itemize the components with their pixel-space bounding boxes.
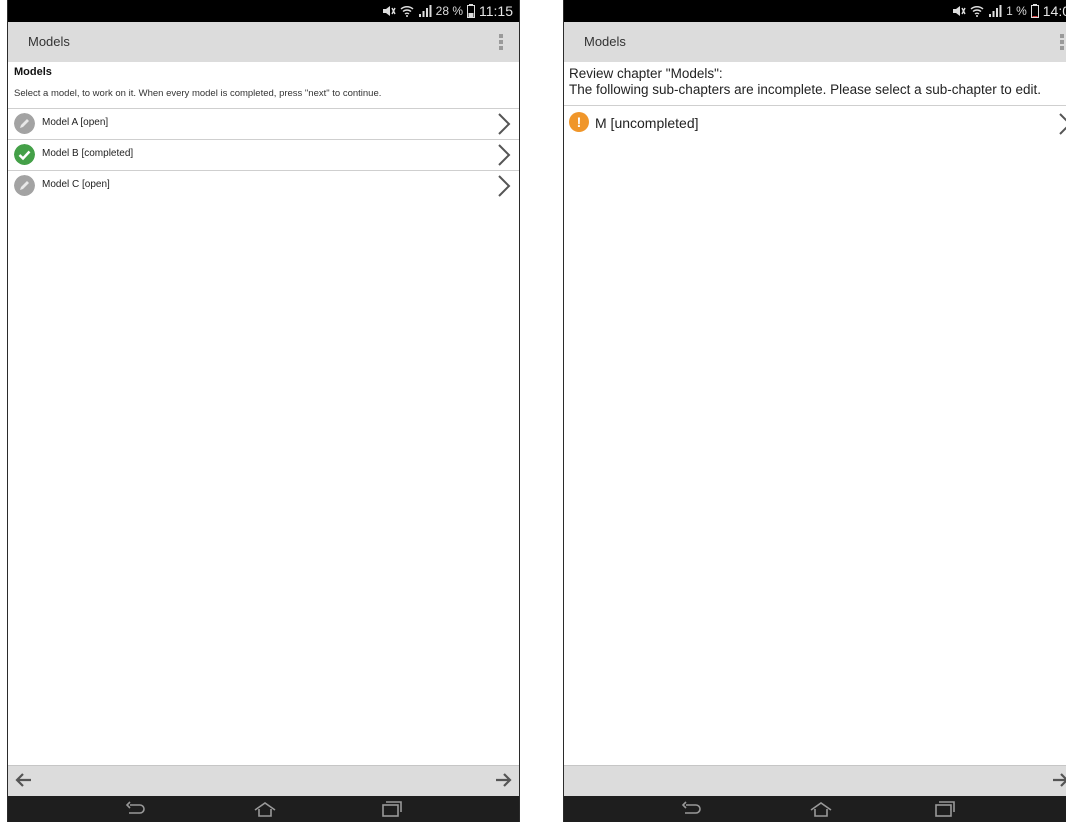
nav-home-icon[interactable] <box>253 801 277 817</box>
overflow-menu-icon[interactable] <box>499 34 503 50</box>
wifi-icon <box>970 5 984 17</box>
content-area: Models Select a model, to work on it. Wh… <box>8 62 519 766</box>
action-bar: Models <box>8 22 519 63</box>
content-area: Review chapter "Models": The following s… <box>564 62 1066 766</box>
chevron-right-icon <box>1059 113 1066 135</box>
instruction-text: Select a model, to work on it. When ever… <box>14 88 382 99</box>
mute-icon <box>382 6 396 16</box>
signal-icon <box>989 5 1002 17</box>
system-nav-bar <box>564 796 1066 822</box>
nav-recents-icon[interactable] <box>381 801 403 817</box>
list-item-label: M [uncompleted] <box>595 115 699 131</box>
list-item-model-c[interactable]: Model C [open] <box>8 171 519 201</box>
list-item-model-a[interactable]: Model A [open] <box>8 109 519 139</box>
bottom-nav-bar <box>8 765 519 796</box>
status-bar: 1 % 14:0 <box>564 0 1066 22</box>
battery-percent: 28 % <box>435 4 463 18</box>
bottom-nav-bar <box>564 765 1066 796</box>
back-arrow-icon[interactable] <box>14 772 32 788</box>
battery-icon <box>1030 4 1039 18</box>
chevron-right-icon <box>498 175 511 197</box>
list-item-label: Model A [open] <box>42 117 109 128</box>
left-screen: 28 % 11:15 Models Models Select a model,… <box>7 0 520 822</box>
list-item-uncompleted[interactable]: ! M [uncompleted] <box>564 106 1066 140</box>
status-bar: 28 % 11:15 <box>8 0 519 22</box>
exclamation-icon: ! <box>569 112 589 132</box>
chevron-right-icon <box>498 144 511 166</box>
review-instructions: The following sub-chapters are incomplet… <box>569 82 1042 97</box>
pencil-icon <box>14 113 35 134</box>
next-arrow-icon[interactable] <box>495 772 513 788</box>
app-title: Models <box>28 34 70 49</box>
clock: 14:0 <box>1042 3 1066 19</box>
list-item-label: Model B [completed] <box>42 148 134 159</box>
list-item-label: Model C [open] <box>42 179 110 190</box>
action-bar: Models <box>564 22 1066 63</box>
list-item-model-b[interactable]: Model B [completed] <box>8 140 519 170</box>
battery-percent: 1 % <box>1006 4 1027 18</box>
mute-icon <box>953 6 966 16</box>
nav-home-icon[interactable] <box>809 801 833 817</box>
overflow-menu-icon[interactable] <box>1060 34 1064 50</box>
checkmark-icon <box>14 144 35 165</box>
nav-back-icon[interactable] <box>680 801 702 817</box>
review-heading: Review chapter "Models": <box>569 66 723 81</box>
wifi-icon <box>400 5 414 17</box>
nav-back-icon[interactable] <box>124 801 146 817</box>
page-heading: Models <box>14 66 52 78</box>
next-arrow-icon[interactable] <box>1052 772 1066 788</box>
signal-icon <box>418 5 432 17</box>
battery-icon <box>467 4 475 18</box>
clock: 11:15 <box>479 3 513 19</box>
app-title: Models <box>584 34 626 49</box>
nav-recents-icon[interactable] <box>934 801 956 817</box>
system-nav-bar <box>8 796 519 822</box>
pencil-icon <box>14 175 35 196</box>
right-screen: 1 % 14:0 Models Review chapter "Models":… <box>563 0 1066 822</box>
chevron-right-icon <box>498 113 511 135</box>
